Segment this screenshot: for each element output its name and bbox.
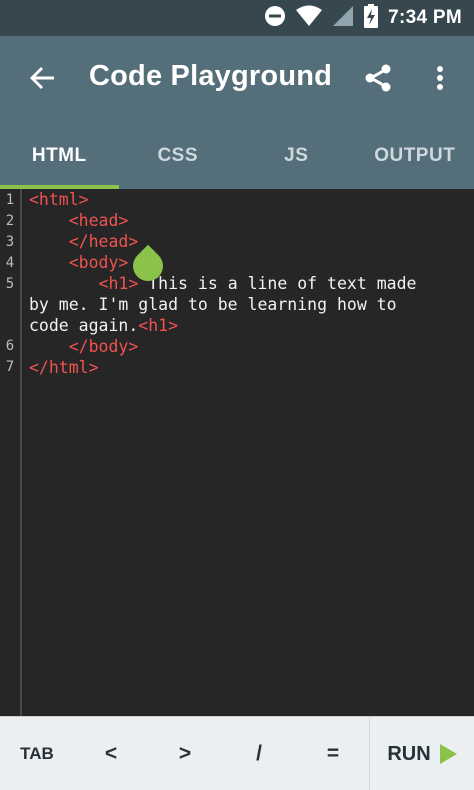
tab-css[interactable]: CSS: [119, 122, 238, 189]
line-number: 1: [5, 192, 15, 208]
app-bar: Code Playground: [0, 36, 474, 122]
line-number: 4: [5, 255, 15, 271]
code-text: by me. I'm glad to be learning how to: [29, 295, 397, 314]
status-icons: 7:34 PM: [264, 0, 462, 36]
html-tag: </head>: [68, 232, 139, 251]
back-button[interactable]: [20, 56, 64, 100]
code-line: <html>: [29, 190, 469, 209]
line-number: 2: [5, 213, 15, 229]
run-button[interactable]: RUN: [370, 717, 474, 790]
code-line: </html>: [29, 358, 469, 377]
wifi-icon: [296, 5, 323, 32]
html-tag: </html>: [29, 358, 99, 377]
line-number: 5: [5, 276, 15, 292]
battery-charging-icon: [364, 3, 379, 33]
status-bar: 7:34 PM: [0, 0, 474, 36]
greater-than-key-button[interactable]: >: [148, 717, 222, 790]
tab-js[interactable]: JS: [237, 122, 356, 189]
arrow-back-icon: [30, 67, 54, 89]
code-line: </body>: [29, 337, 469, 356]
tab-bar: HTML CSS JS OUTPUT: [0, 122, 474, 189]
page-title: Code Playground: [89, 60, 333, 92]
more-options-button[interactable]: [420, 56, 460, 100]
code-line: code again.<h1>: [29, 316, 469, 335]
status-time: 7:34 PM: [388, 7, 462, 28]
html-tag: <h1>: [98, 274, 139, 293]
line-number: 6: [5, 338, 15, 354]
code-line: <head>: [29, 211, 469, 230]
html-tag: <head>: [68, 211, 129, 230]
html-tag: <h1>: [138, 316, 179, 335]
line-number: 3: [5, 234, 15, 250]
html-tag: <html>: [29, 190, 89, 209]
signal-icon: [332, 5, 354, 32]
equals-key-button[interactable]: =: [296, 717, 370, 790]
code-line: <body>: [29, 253, 469, 272]
share-icon: [365, 64, 391, 92]
play-icon: [439, 744, 457, 764]
less-than-key-button[interactable]: <: [74, 717, 148, 790]
code-line: by me. I'm glad to be learning how to: [29, 295, 469, 314]
code-text: This is a line of text made: [138, 274, 417, 293]
code-editor[interactable]: 1 2 3 4 5 6 7 <html> <head> </head> <bod…: [0, 189, 474, 716]
more-vert-icon: [437, 66, 443, 90]
code-line: </head>: [29, 232, 469, 251]
code-line: <h1> This is a line of text made: [29, 274, 469, 293]
tab-output[interactable]: OUTPUT: [356, 122, 474, 189]
do-not-disturb-icon: [264, 5, 286, 32]
slash-key-button[interactable]: /: [222, 717, 296, 790]
code-text: code again.: [29, 316, 139, 335]
html-tag: <body>: [68, 253, 129, 272]
share-button[interactable]: [356, 56, 400, 100]
run-label: RUN: [387, 742, 431, 765]
tab-key-button[interactable]: TAB: [0, 717, 74, 790]
line-number-gutter: 1 2 3 4 5 6 7: [0, 189, 22, 716]
bottom-toolbar: TAB < > / = RUN: [0, 716, 474, 790]
tab-html[interactable]: HTML: [0, 122, 119, 189]
html-tag: </body>: [68, 337, 139, 356]
line-number: 7: [5, 359, 15, 375]
